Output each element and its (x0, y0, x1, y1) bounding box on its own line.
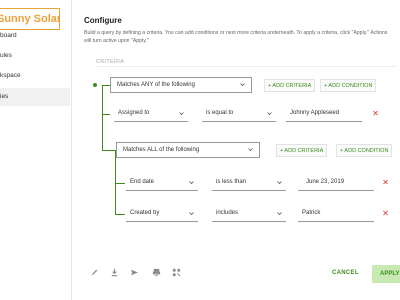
condition-3-operator: includes (216, 210, 239, 216)
print-icon[interactable] (152, 268, 161, 277)
condition-2-field: End date (130, 179, 155, 185)
sidebar-item-workspace[interactable]: kspace (0, 67, 70, 85)
condition-2-operator-select[interactable]: is less than (212, 175, 286, 191)
tree-connector (102, 114, 110, 115)
send-icon[interactable] (130, 268, 139, 277)
condition-2-field-select[interactable]: End date (126, 175, 198, 191)
condition-3-field: Created by (130, 210, 160, 216)
sidebar: Sunny Solar board ules kspace ies (0, 0, 72, 300)
tree-connector (102, 85, 110, 86)
remove-condition-1-icon[interactable]: ✕ (372, 110, 379, 118)
page-description: Build a query by defining a criteria. Yo… (84, 30, 388, 44)
section-divider (96, 66, 396, 67)
remove-condition-2-icon[interactable]: ✕ (382, 179, 389, 187)
sidebar-item-dashboard[interactable]: board (0, 27, 70, 45)
chevron-down-icon (189, 212, 194, 216)
tree-connector (115, 214, 125, 215)
condition-1-value-input[interactable]: Johnny Appleseed (286, 106, 362, 122)
condition-1-operator-select[interactable]: is equal to (202, 106, 276, 122)
pencil-icon[interactable] (90, 268, 99, 277)
tree-connector (102, 85, 103, 150)
apply-button[interactable]: APPLY (372, 265, 400, 283)
condition-3-operator-select[interactable]: includes (212, 206, 286, 222)
add-criteria-button[interactable]: + ADD CRITERIA (264, 79, 316, 92)
chevron-down-icon (277, 181, 282, 185)
main-panel: Configure Build a query by defining a cr… (72, 0, 400, 300)
add-condition-button[interactable]: + ADD CONDITION (336, 144, 393, 157)
condition-1-operator: is equal to (206, 110, 234, 116)
criteria-section-label: CRITERIA (96, 59, 125, 65)
tree-root-node (93, 83, 97, 87)
sidebar-item-queries[interactable]: ies (0, 88, 70, 106)
download-icon[interactable] (110, 268, 119, 277)
nested-group-select[interactable]: Matches ALL of the following (116, 142, 260, 158)
page-title: Configure (84, 16, 122, 25)
root-group-value: Matches ANY of the following (117, 82, 195, 88)
condition-3-value: Patrick (302, 210, 321, 216)
chevron-down-icon (179, 112, 184, 116)
add-criteria-button[interactable]: + ADD CRITERIA (276, 144, 328, 157)
condition-2-operator: is less than (216, 179, 247, 185)
nested-group-value: Matches ALL of the following (123, 147, 200, 153)
add-condition-button[interactable]: + ADD CONDITION (320, 79, 377, 92)
condition-3-field-select[interactable]: Created by (126, 206, 198, 222)
condition-2-value: June 23, 2019 (306, 179, 345, 185)
root-group-select[interactable]: Matches ANY of the following (110, 77, 252, 93)
condition-1-field-select[interactable]: Assigned to (114, 106, 188, 122)
chevron-down-icon (240, 83, 245, 87)
chevron-down-icon (267, 112, 272, 116)
qr-code-icon[interactable] (172, 268, 181, 277)
condition-1-value: Johnny Appleseed (290, 110, 340, 116)
chevron-down-icon (189, 181, 194, 185)
tree-connector (115, 183, 125, 184)
condition-3-value-input[interactable]: Patrick (298, 206, 374, 222)
tree-connector (102, 150, 116, 151)
chevron-down-icon (277, 212, 282, 216)
sidebar-item-rules[interactable]: ules (0, 47, 70, 65)
condition-2-value-input[interactable]: June 23, 2019 (298, 175, 374, 191)
chevron-down-icon (248, 148, 253, 152)
cancel-button[interactable]: CANCEL (332, 270, 359, 276)
remove-condition-3-icon[interactable]: ✕ (382, 210, 389, 218)
condition-1-field: Assigned to (118, 110, 150, 116)
